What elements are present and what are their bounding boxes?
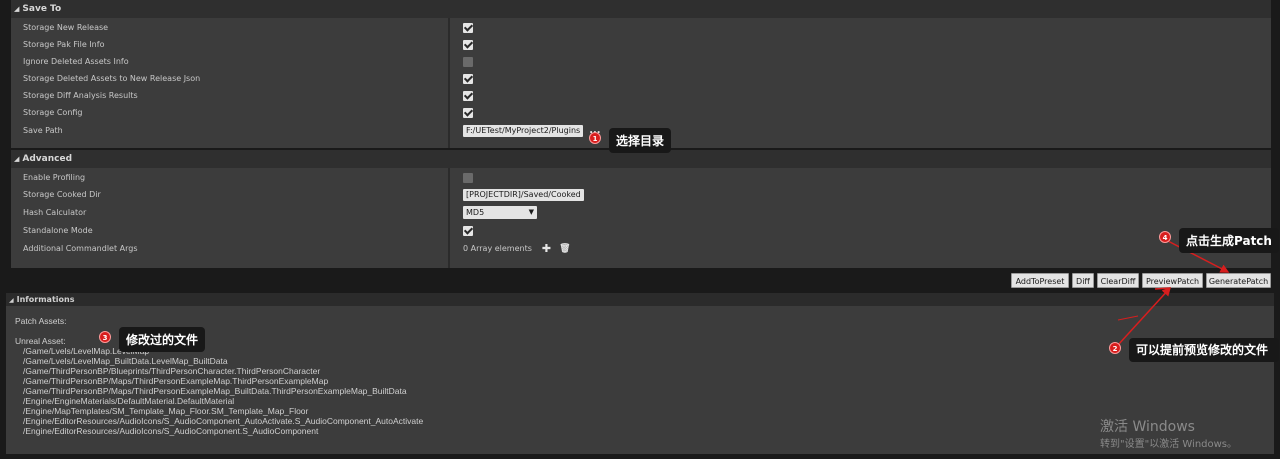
informations-header[interactable]: ◢ Informations <box>6 293 1274 306</box>
collapse-triangle-icon[interactable]: ◢ <box>14 0 19 18</box>
row-storage-diff-analysis: Storage Diff Analysis Results <box>11 87 1271 104</box>
row-label: Storage Diff Analysis Results <box>23 91 138 100</box>
row-label: Standalone Mode <box>23 226 93 235</box>
row-storage-new-release: Storage New Release <box>11 19 1271 36</box>
annotation-callout-3: 修改过的文件 <box>119 327 206 352</box>
annotation-marker-3: 3 <box>99 331 111 343</box>
chevron-down-icon: ▼ <box>528 208 534 216</box>
collapse-triangle-icon[interactable]: ◢ <box>9 297 14 304</box>
unreal-asset-label: Unreal Asset: <box>15 336 66 346</box>
annotation-marker-4: 4 <box>1159 231 1171 243</box>
asset-line: /Engine/EditorResources/AudioIcons/S_Aud… <box>23 426 319 436</box>
preview-patch-button[interactable]: PreviewPatch <box>1142 273 1203 288</box>
asset-line: /Engine/EditorResources/AudioIcons/S_Aud… <box>23 416 424 426</box>
activate-windows-subtitle: 转到"设置"以激活 Windows。 <box>1100 439 1238 450</box>
generate-patch-button[interactable]: GeneratePatch <box>1206 273 1271 288</box>
row-label: Hash Calculator <box>23 208 87 217</box>
row-commandlet-args: Additional Commandlet Args 0 Array eleme… <box>11 240 1271 257</box>
save-to-title: Save To <box>22 4 62 14</box>
activate-windows-title: 激活 Windows <box>1100 419 1195 435</box>
checkbox[interactable] <box>463 225 473 236</box>
checkbox[interactable] <box>463 39 473 50</box>
checkbox[interactable] <box>463 90 473 101</box>
collapse-triangle-icon[interactable]: ◢ <box>14 150 19 168</box>
save-path-label: Save Path <box>23 126 63 135</box>
checkbox[interactable] <box>463 22 473 33</box>
row-label: Storage Cooked Dir <box>23 190 101 199</box>
asset-line: /Game/ThirdPersonBP/Blueprints/ThirdPers… <box>23 366 321 376</box>
checkbox[interactable] <box>463 73 473 84</box>
annotation-callout-2: 可以提前预览修改的文件 <box>1129 338 1279 362</box>
row-label: Storage Pak File Info <box>23 40 105 49</box>
row-standalone-mode: Standalone Mode <box>11 222 1271 239</box>
cooked-dir-input[interactable]: [PROJECTDIR]/Saved/Cooked <box>463 188 584 201</box>
advanced-title: Advanced <box>22 154 73 164</box>
asset-line: /Engine/MapTemplates/SM_Template_Map_Flo… <box>23 406 309 416</box>
annotation-callout-1: 选择目录 <box>609 128 672 153</box>
row-hash-calculator: Hash Calculator MD5 ▼ <box>11 204 1271 221</box>
annotation-callout-4: 点击生成Patch <box>1179 228 1279 253</box>
hash-dropdown[interactable]: MD5 ▼ <box>463 206 537 219</box>
annotation-marker-1: 1 <box>589 132 601 144</box>
row-storage-cooked-dir: Storage Cooked Dir [PROJECTDIR]/Saved/Co… <box>11 186 1271 203</box>
row-enable-profiling: Enable Profiling <box>11 169 1271 186</box>
trash-icon[interactable]: 🗑 <box>559 244 570 254</box>
row-label: Additional Commandlet Args <box>23 244 138 253</box>
annotation-marker-2: 2 <box>1109 342 1121 354</box>
row-storage-deleted-assets-json: Storage Deleted Assets to New Release Js… <box>11 70 1271 87</box>
row-storage-config: Storage Config <box>11 104 1271 121</box>
row-label: Storage Config <box>23 108 83 117</box>
row-label: Ignore Deleted Assets Info <box>23 57 129 66</box>
save-to-header[interactable]: ◢ Save To <box>11 0 1271 18</box>
asset-line: /Game/ThirdPersonBP/Maps/ThirdPersonExam… <box>23 386 407 396</box>
patch-assets-label: Patch Assets: <box>15 316 67 326</box>
checkbox[interactable] <box>463 172 473 183</box>
asset-line: /Game/ThirdPersonBP/Maps/ThirdPersonExam… <box>23 376 329 386</box>
checkbox[interactable] <box>463 56 473 67</box>
row-ignore-deleted-assets: Ignore Deleted Assets Info <box>11 53 1271 70</box>
row-label: Storage Deleted Assets to New Release Js… <box>23 74 201 83</box>
row-label: Enable Profiling <box>23 173 86 182</box>
add-element-icon[interactable]: ✚ <box>542 242 551 255</box>
checkbox[interactable] <box>463 107 473 118</box>
add-to-preset-button[interactable]: AddToPreset <box>1011 273 1069 288</box>
asset-line: /Engine/EngineMaterials/DefaultMaterial.… <box>23 396 235 406</box>
save-path-input[interactable]: F:/UETest/MyProject2/Plugins <box>463 124 584 137</box>
diff-button[interactable]: Diff <box>1072 273 1094 288</box>
informations-title: Informations <box>16 295 75 304</box>
asset-line: /Game/Lvels/LevelMap_BuiltData.LevelMap_… <box>23 356 228 366</box>
hash-selected-value: MD5 <box>466 208 485 217</box>
row-storage-pak-file-info: Storage Pak File Info <box>11 36 1271 53</box>
clear-diff-button[interactable]: ClearDiff <box>1097 273 1139 288</box>
row-label: Storage New Release <box>23 23 109 32</box>
array-count: 0 Array elements <box>463 244 532 253</box>
